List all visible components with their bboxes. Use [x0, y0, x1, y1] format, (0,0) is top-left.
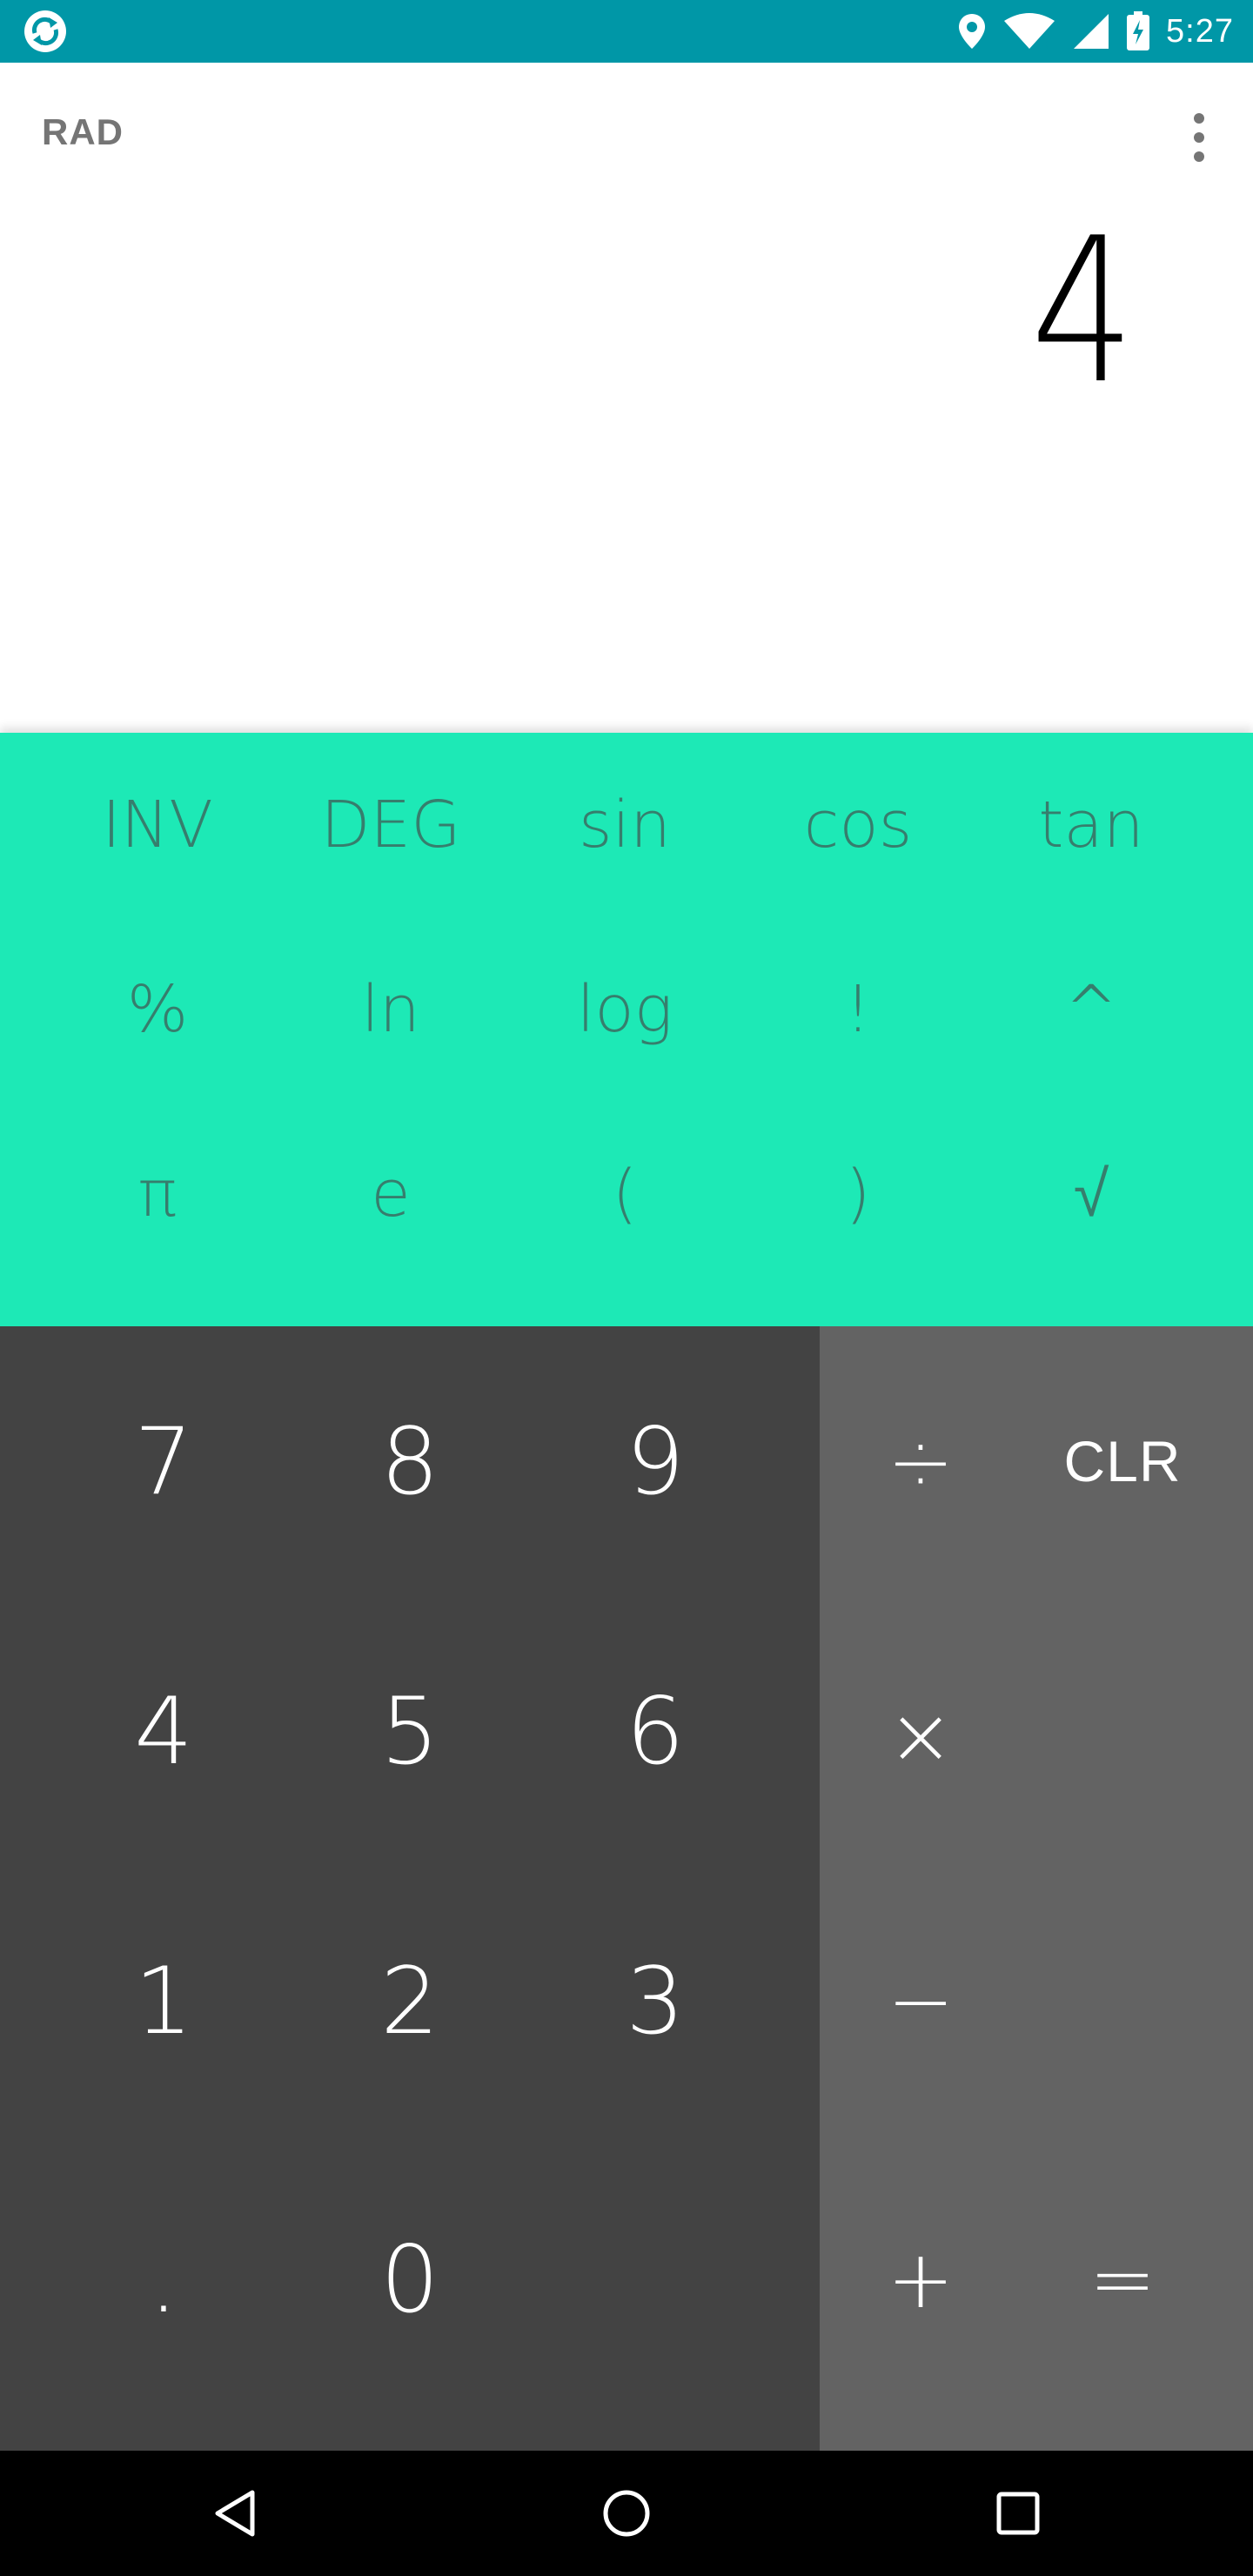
back-button[interactable]: [148, 2451, 322, 2576]
digit-0-button[interactable]: 0: [287, 2144, 533, 2414]
equals-button[interactable]: =: [1022, 2144, 1223, 2414]
location-icon: [959, 14, 986, 49]
app-sync-icon: [24, 10, 66, 52]
ln-button[interactable]: ln: [274, 917, 507, 1102]
navigation-bar: [0, 2451, 1253, 2576]
cos-button[interactable]: cos: [741, 733, 975, 917]
signal-icon: [1074, 14, 1109, 49]
deg-button[interactable]: DEG: [274, 733, 507, 917]
digit-5-button[interactable]: 5: [287, 1596, 533, 1866]
digit-8-button[interactable]: 8: [287, 1326, 533, 1596]
calculator-screen: × 5:27 RAD 4 INV DEG sin cos tan % ln lo…: [0, 0, 1253, 2576]
digit-1-button[interactable]: 1: [41, 1866, 286, 2136]
factorial-button[interactable]: !: [741, 917, 975, 1102]
pi-button[interactable]: π: [41, 1102, 274, 1286]
numeric-pad: 7 8 9 4 5 6 1 2 3 . 0: [0, 1326, 820, 2451]
power-button[interactable]: ^: [975, 917, 1208, 1102]
digit-9-button[interactable]: 9: [533, 1326, 778, 1596]
display-area: RAD 4: [0, 63, 1253, 733]
status-bar: × 5:27: [0, 0, 1253, 63]
svg-text:×: ×: [1037, 35, 1050, 50]
digit-3-button[interactable]: 3: [533, 1866, 778, 2136]
angle-mode-indicator: RAD: [42, 111, 124, 152]
home-icon: [603, 2490, 650, 2537]
status-icons: × 5:27: [957, 0, 1234, 63]
home-button[interactable]: [539, 2451, 714, 2576]
decimal-point-button[interactable]: .: [41, 2144, 286, 2414]
open-paren-button[interactable]: (: [508, 1102, 741, 1286]
log-button[interactable]: log: [508, 917, 741, 1102]
wifi-icon: ×: [1004, 13, 1055, 50]
recents-icon: [996, 2492, 1040, 2535]
inv-button[interactable]: INV: [41, 733, 274, 917]
sqrt-button[interactable]: √: [975, 1102, 1208, 1286]
e-button[interactable]: e: [274, 1102, 507, 1286]
tan-button[interactable]: tan: [975, 733, 1208, 917]
result-display: 4: [1029, 196, 1135, 428]
recents-button[interactable]: [931, 2451, 1105, 2576]
digit-7-button[interactable]: 7: [41, 1326, 286, 1596]
operator-pad: ÷ CLR × − + =: [820, 1326, 1253, 2451]
clear-button[interactable]: CLR: [1022, 1326, 1223, 1596]
battery-charging-icon: [1127, 11, 1150, 50]
digit-4-button[interactable]: 4: [41, 1596, 286, 1866]
digit-2-button[interactable]: 2: [287, 1866, 533, 2136]
more-vert-icon[interactable]: [1182, 110, 1216, 165]
percent-button[interactable]: %: [41, 917, 274, 1102]
close-paren-button[interactable]: ): [741, 1102, 975, 1286]
divide-button[interactable]: ÷: [820, 1326, 1022, 1596]
back-icon: [215, 2490, 255, 2537]
minus-button[interactable]: −: [820, 1866, 1022, 2136]
plus-button[interactable]: +: [820, 2144, 1022, 2414]
multiply-button[interactable]: ×: [820, 1600, 1022, 1870]
digit-6-button[interactable]: 6: [533, 1596, 778, 1866]
sin-button[interactable]: sin: [508, 733, 741, 917]
advanced-pad: INV DEG sin cos tan % ln log ! ^ π e ( )…: [0, 733, 1253, 1326]
status-time: 5:27: [1166, 12, 1234, 50]
